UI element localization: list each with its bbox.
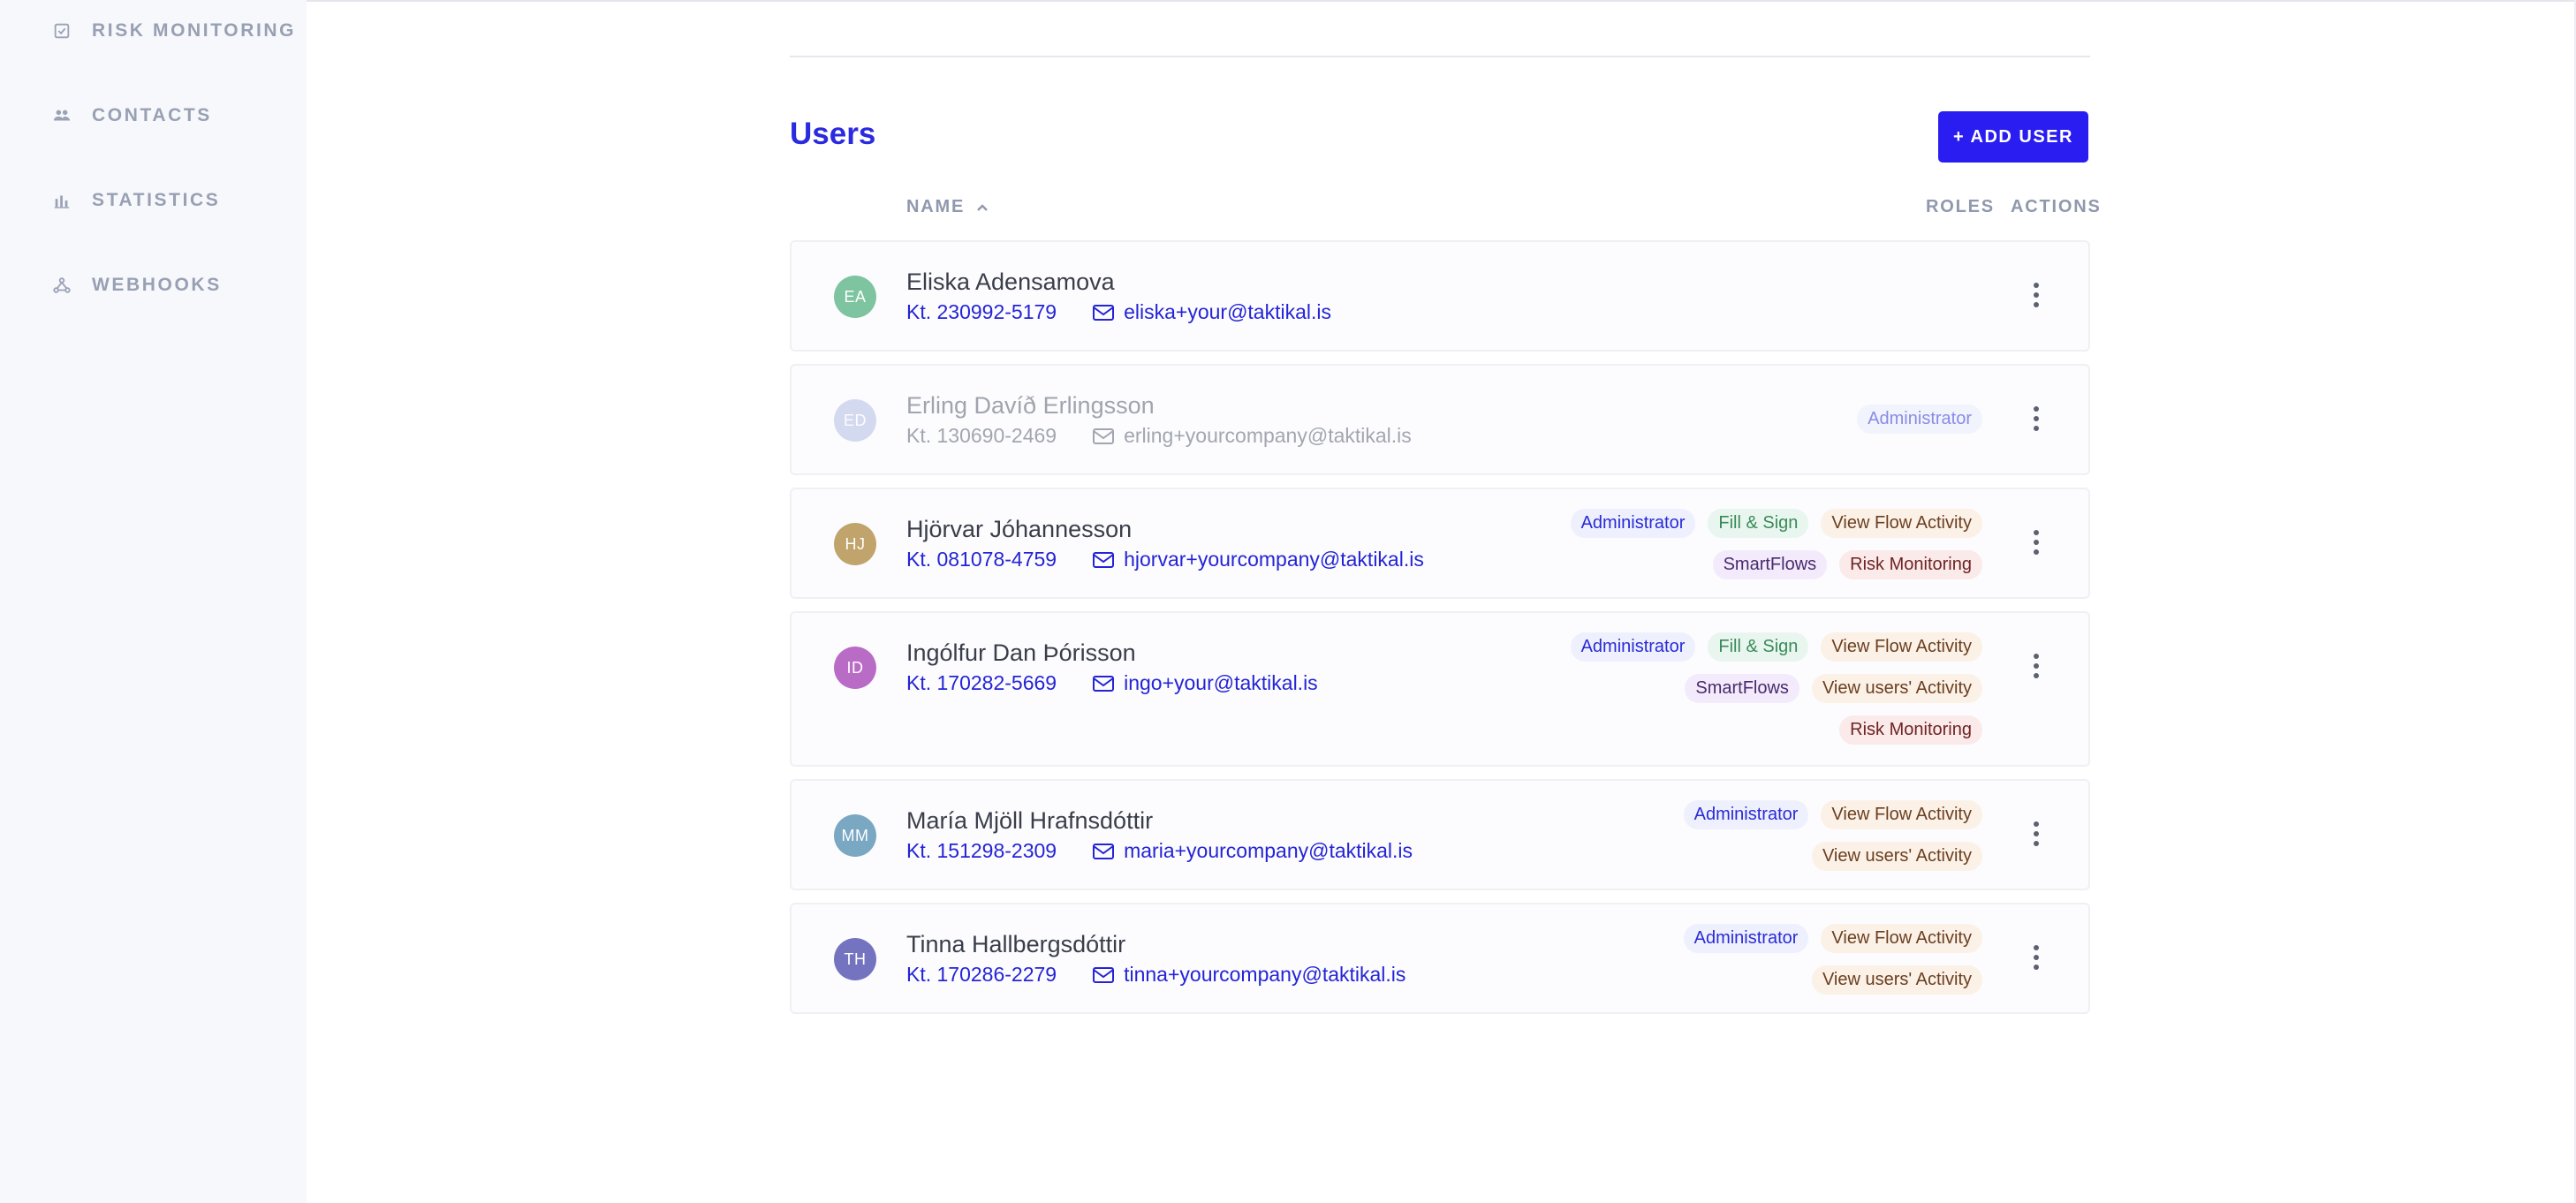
role-badge-administrator: Administrator (1857, 405, 1982, 434)
user-name: Eliska Adensamova (906, 269, 1115, 295)
user-name: María Mjöll Hrafnsdóttir (906, 807, 1154, 834)
role-badge-view-flow-activity: View Flow Activity (1821, 800, 1982, 829)
user-kennitala: Kt. 230992-5179 (906, 300, 1057, 323)
avatar: EA (834, 276, 876, 318)
sidebar-item-label: STATISTICS (92, 190, 221, 210)
mail-icon (1092, 965, 1115, 985)
user-kennitala: Kt. 130690-2469 (906, 424, 1057, 447)
user-row[interactable]: EA Eliska Adensamova Kt. 230992-5179 eli… (790, 240, 2090, 352)
role-badge-smartflows: SmartFlows (1712, 550, 1828, 579)
user-row[interactable]: ED Erling Davíð Erlingsson Kt. 130690-24… (790, 364, 2090, 475)
role-badge-view-users-activity: View users' Activity (1811, 674, 1982, 703)
user-email[interactable]: hjorvar+yourcompany@taktikal.is (1124, 548, 1424, 571)
mail-icon (1092, 842, 1115, 861)
bar-chart-icon (51, 190, 72, 211)
user-email[interactable]: maria+yourcompany@taktikal.is (1124, 839, 1413, 863)
user-name: Ingólfur Dan Þórisson (906, 639, 1136, 666)
role-badge-administrator: Administrator (1683, 924, 1809, 953)
roles: Administrator Fill & Sign View Flow Acti… (1570, 509, 1982, 579)
role-badge-fill-sign: Fill & Sign (1708, 509, 1809, 538)
sidebar-item-webhooks[interactable]: WEBHOOKS (51, 268, 222, 303)
mail-icon (1092, 674, 1115, 693)
user-meta: Kt. 170286-2279 tinna+yourcompany@taktik… (906, 963, 1405, 987)
role-badge-view-flow-activity: View Flow Activity (1821, 509, 1982, 538)
user-kennitala: Kt. 170286-2279 (906, 963, 1057, 986)
avatar: MM (834, 814, 876, 857)
sidebar-item-label: CONTACTS (92, 105, 212, 125)
user-meta: Kt. 230992-5179 eliska+your@taktikal.is (906, 300, 1331, 324)
column-header-name-label: NAME (906, 197, 966, 216)
more-actions-icon[interactable] (2023, 401, 2049, 436)
sidebar: RISK MONITORING CONTACTS STATISTICS WEBH… (0, 0, 307, 1203)
role-badge-view-users-activity: View users' Activity (1811, 842, 1982, 871)
avatar: HJ (834, 523, 876, 565)
user-row[interactable]: ID Ingólfur Dan Þórisson Kt. 170282-5669… (790, 611, 2090, 767)
mail-icon (1092, 427, 1115, 446)
checklist-icon (51, 20, 72, 42)
user-row[interactable]: MM María Mjöll Hrafnsdóttir Kt. 151298-2… (790, 779, 2090, 890)
user-name: Erling Davíð Erlingsson (906, 392, 1155, 419)
chevron-up-icon (977, 203, 988, 211)
user-kennitala: Kt. 081078-4759 (906, 548, 1057, 571)
avatar: TH (834, 938, 876, 980)
column-header-name[interactable]: NAME (906, 197, 989, 217)
role-badge-view-flow-activity: View Flow Activity (1821, 632, 1982, 662)
role-badge-risk-monitoring: Risk Monitoring (1839, 715, 1982, 745)
avatar: ED (834, 399, 876, 442)
avatar: ID (834, 647, 876, 689)
column-header-roles: ROLES (1926, 197, 1995, 216)
user-name: Hjörvar Jóhannesson (906, 516, 1133, 542)
role-badge-view-users-activity: View users' Activity (1811, 965, 1982, 995)
role-badge-administrator: Administrator (1683, 800, 1809, 829)
sidebar-item-label: RISK MONITORING (92, 20, 297, 41)
divider (790, 56, 2090, 57)
role-badge-smartflows: SmartFlows (1685, 674, 1799, 703)
webhook-icon (51, 275, 72, 296)
roles: Administrator Fill & Sign View Flow Acti… (1570, 632, 1982, 745)
role-badge-fill-sign: Fill & Sign (1708, 632, 1809, 662)
sidebar-item-contacts[interactable]: CONTACTS (51, 98, 212, 133)
user-meta: Kt. 170282-5669 ingo+your@taktikal.is (906, 671, 1318, 695)
role-badge-view-flow-activity: View Flow Activity (1821, 924, 1982, 953)
user-row[interactable]: TH Tinna Hallbergsdóttir Kt. 170286-2279… (790, 903, 2090, 1014)
role-badge-administrator: Administrator (1570, 509, 1696, 538)
page-title: Users (790, 117, 876, 151)
sidebar-item-risk-monitoring[interactable]: RISK MONITORING (51, 13, 296, 49)
user-email[interactable]: ingo+your@taktikal.is (1124, 671, 1318, 695)
user-name: Tinna Hallbergsdóttir (906, 931, 1126, 957)
sidebar-item-statistics[interactable]: STATISTICS (51, 183, 220, 218)
more-actions-icon[interactable] (2023, 277, 2049, 313)
user-email[interactable]: erling+yourcompany@taktikal.is (1124, 424, 1412, 448)
user-email[interactable]: tinna+yourcompany@taktikal.is (1124, 963, 1405, 987)
sidebar-item-label: WEBHOOKS (92, 275, 222, 295)
add-user-button[interactable]: + ADD USER (1938, 111, 2088, 163)
role-badge-risk-monitoring: Risk Monitoring (1839, 550, 1982, 579)
roles: Administrator View Flow Activity View us… (1683, 924, 1982, 995)
role-badge-administrator: Administrator (1570, 632, 1696, 662)
more-actions-icon[interactable] (2023, 525, 2049, 560)
user-row[interactable]: HJ Hjörvar Jóhannesson Kt. 081078-4759 h… (790, 488, 2090, 599)
column-header-actions: ACTIONS (2011, 197, 2102, 216)
user-meta: Kt. 081078-4759 hjorvar+yourcompany@takt… (906, 548, 1424, 571)
top-border (0, 0, 2576, 2)
roles: Administrator View Flow Activity View us… (1683, 800, 1982, 871)
user-meta: Kt. 151298-2309 maria+yourcompany@taktik… (906, 839, 1413, 863)
more-actions-icon[interactable] (2023, 648, 2049, 684)
mail-icon (1092, 550, 1115, 570)
user-kennitala: Kt. 151298-2309 (906, 839, 1057, 862)
people-icon (51, 105, 72, 126)
user-meta: Kt. 130690-2469 erling+yourcompany@takti… (906, 424, 1412, 448)
user-email[interactable]: eliska+your@taktikal.is (1124, 300, 1331, 324)
more-actions-icon[interactable] (2023, 940, 2049, 975)
mail-icon (1092, 303, 1115, 322)
roles: Administrator (1857, 405, 1982, 434)
more-actions-icon[interactable] (2023, 816, 2049, 851)
user-kennitala: Kt. 170282-5669 (906, 671, 1057, 694)
